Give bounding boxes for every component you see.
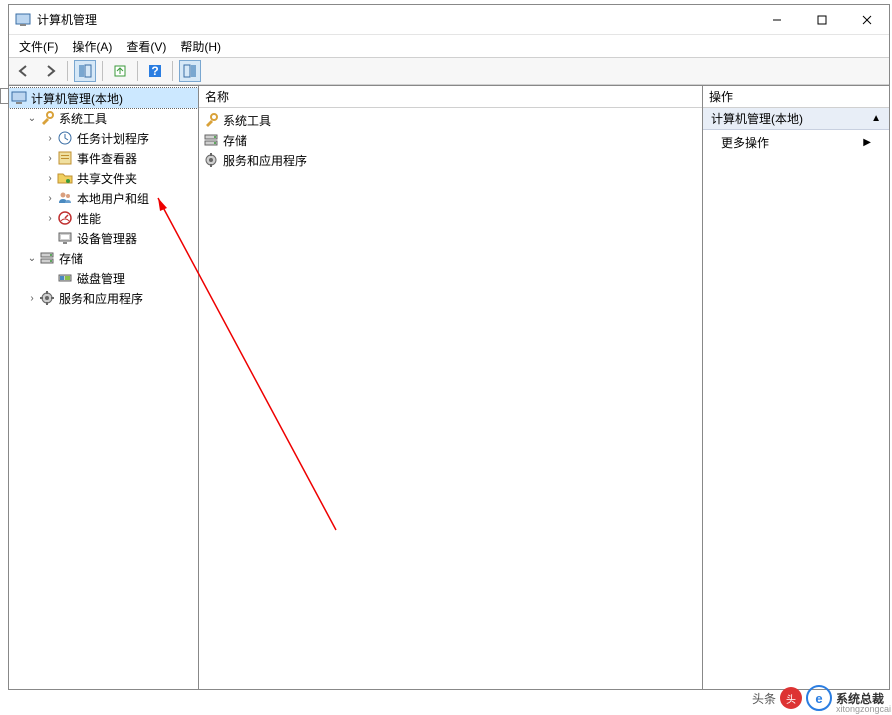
tree-root-label: 计算机管理(本地) bbox=[31, 90, 123, 107]
back-button[interactable] bbox=[13, 60, 35, 82]
tree-task-scheduler[interactable]: › 任务计划程序 bbox=[9, 128, 198, 148]
list-item[interactable]: 存储 bbox=[203, 130, 698, 150]
actions-header: 操作 bbox=[703, 86, 889, 108]
watermark-avatar-icon: 头 bbox=[780, 687, 802, 709]
tree-shared-folders-label: 共享文件夹 bbox=[77, 170, 137, 187]
tools-icon bbox=[39, 110, 55, 126]
expand-icon[interactable]: › bbox=[43, 153, 57, 164]
app-icon bbox=[15, 12, 31, 28]
tree-performance-label: 性能 bbox=[77, 210, 101, 227]
tree-pane[interactable]: 计算机管理(本地) ⌄ 系统工具 › 任务计划程序 › 事件查看器 › 共享文件… bbox=[9, 86, 199, 689]
actions-group[interactable]: 计算机管理(本地) ▲ bbox=[703, 108, 889, 130]
watermark-logo-icon: e bbox=[806, 685, 832, 711]
tree-system-tools-label: 系统工具 bbox=[59, 110, 107, 127]
computer-icon bbox=[11, 90, 27, 106]
disk-icon bbox=[57, 270, 73, 286]
maximize-button[interactable] bbox=[799, 5, 844, 34]
tree-disk-management[interactable]: 磁盘管理 bbox=[9, 268, 198, 288]
watermark-text1: 头条 bbox=[752, 690, 776, 707]
actions-group-label: 计算机管理(本地) bbox=[711, 110, 803, 127]
close-button[interactable] bbox=[844, 5, 889, 34]
tree-task-scheduler-label: 任务计划程序 bbox=[77, 130, 149, 147]
services-icon bbox=[39, 290, 55, 306]
window-controls bbox=[754, 5, 889, 34]
menu-file[interactable]: 文件(F) bbox=[13, 36, 64, 57]
actions-more[interactable]: 更多操作 ▶ bbox=[703, 130, 889, 154]
expand-icon[interactable]: › bbox=[43, 173, 57, 184]
menu-help[interactable]: 帮助(H) bbox=[174, 36, 227, 57]
help-button[interactable]: ? bbox=[144, 60, 166, 82]
list-item-label: 服务和应用程序 bbox=[223, 152, 307, 169]
users-icon bbox=[57, 190, 73, 206]
storage-icon bbox=[39, 250, 55, 266]
show-hide-actions-button[interactable] bbox=[179, 60, 201, 82]
performance-icon bbox=[57, 210, 73, 226]
list-item[interactable]: 系统工具 bbox=[203, 110, 698, 130]
actions-header-label: 操作 bbox=[709, 88, 733, 105]
menu-action[interactable]: 操作(A) bbox=[66, 36, 118, 57]
clock-icon bbox=[57, 130, 73, 146]
tree-system-tools[interactable]: ⌄ 系统工具 bbox=[9, 108, 198, 128]
expand-icon[interactable]: › bbox=[43, 193, 57, 204]
watermark: 头条 头 e 系统总裁 xitongzongcai bbox=[752, 685, 884, 711]
tree-event-viewer-label: 事件查看器 bbox=[77, 150, 137, 167]
watermark-sub: xitongzongcai bbox=[836, 704, 891, 714]
submenu-arrow-icon: ▶ bbox=[863, 137, 871, 148]
collapse-icon[interactable]: ⌄ bbox=[25, 253, 39, 264]
svg-text:?: ? bbox=[151, 64, 158, 78]
list-header-name: 名称 bbox=[205, 88, 229, 105]
list-item-label: 系统工具 bbox=[223, 112, 271, 129]
tree-services-apps-label: 服务和应用程序 bbox=[59, 290, 143, 307]
folder-share-icon bbox=[57, 170, 73, 186]
actions-pane: 操作 计算机管理(本地) ▲ 更多操作 ▶ bbox=[703, 86, 889, 689]
tree-local-users-label: 本地用户和组 bbox=[77, 190, 149, 207]
storage-icon bbox=[203, 132, 219, 148]
minimize-button[interactable] bbox=[754, 5, 799, 34]
expand-icon[interactable]: › bbox=[25, 293, 39, 304]
tree-local-users[interactable]: › 本地用户和组 bbox=[9, 188, 198, 208]
forward-button[interactable] bbox=[39, 60, 61, 82]
tree-storage-label: 存储 bbox=[59, 250, 83, 267]
list-item[interactable]: 服务和应用程序 bbox=[203, 150, 698, 170]
list-header[interactable]: 名称 bbox=[199, 86, 702, 108]
list-body[interactable]: 系统工具 存储 服务和应用程序 bbox=[199, 108, 702, 689]
tree-device-manager-label: 设备管理器 bbox=[77, 230, 137, 247]
tree-shared-folders[interactable]: › 共享文件夹 bbox=[9, 168, 198, 188]
collapse-icon[interactable]: ⌄ bbox=[25, 113, 39, 124]
tree-storage[interactable]: ⌄ 存储 bbox=[9, 248, 198, 268]
collapse-up-icon: ▲ bbox=[871, 113, 881, 124]
expand-icon[interactable]: › bbox=[43, 133, 57, 144]
actions-more-label: 更多操作 bbox=[721, 134, 769, 151]
content-area: 计算机管理(本地) ⌄ 系统工具 › 任务计划程序 › 事件查看器 › 共享文件… bbox=[9, 85, 889, 689]
tree-services-apps[interactable]: › 服务和应用程序 bbox=[9, 288, 198, 308]
tree-root[interactable]: 计算机管理(本地) bbox=[9, 88, 198, 108]
show-hide-tree-button[interactable] bbox=[74, 60, 96, 82]
device-icon bbox=[57, 230, 73, 246]
services-icon bbox=[203, 152, 219, 168]
titlebar: 计算机管理 bbox=[9, 5, 889, 35]
tree-event-viewer[interactable]: › 事件查看器 bbox=[9, 148, 198, 168]
window-title: 计算机管理 bbox=[37, 11, 754, 28]
list-pane: 名称 系统工具 存储 服务和应用程序 bbox=[199, 86, 703, 689]
main-window: 计算机管理 文件(F) 操作(A) 查看(V) 帮助(H) ? 计算机管理(本地… bbox=[8, 4, 890, 690]
toolbar: ? bbox=[9, 57, 889, 85]
left-edge-stub bbox=[0, 88, 8, 104]
list-item-label: 存储 bbox=[223, 132, 247, 149]
tree-disk-management-label: 磁盘管理 bbox=[77, 270, 125, 287]
expand-icon[interactable]: › bbox=[43, 213, 57, 224]
tree-performance[interactable]: › 性能 bbox=[9, 208, 198, 228]
event-icon bbox=[57, 150, 73, 166]
tree-device-manager[interactable]: 设备管理器 bbox=[9, 228, 198, 248]
menu-view[interactable]: 查看(V) bbox=[120, 36, 172, 57]
export-button[interactable] bbox=[109, 60, 131, 82]
menubar: 文件(F) 操作(A) 查看(V) 帮助(H) bbox=[9, 35, 889, 57]
tools-icon bbox=[203, 112, 219, 128]
